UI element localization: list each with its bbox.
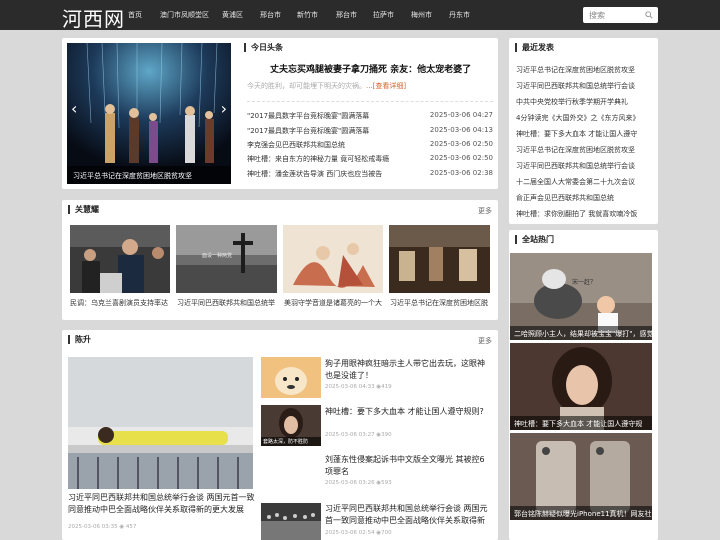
article-thumb-2[interactable]: 套路太深，防不胜防 [261,405,321,446]
hot-item-3[interactable]: 郭台铭陈赫疑似曝光iPhone11真机！网友社 [510,433,652,520]
hot-caption-1[interactable]: 二哈照顾小主人，结果却被宝宝"爆打"，感觉 [510,326,652,340]
list-item[interactable]: 俞正声会见巴西联邦共和国总统 [516,193,653,203]
headlines-title: 今日头条 [244,43,283,52]
hot-caption-2[interactable]: 神吐槽：要下多大血本 才能让国人遵守规 [510,416,652,430]
nav-item-2[interactable]: 黄浦区 [222,10,243,20]
latest-title: 最近发表 [515,43,554,52]
feature-date: 2025-03-06 03:35 [68,524,118,530]
focus-caption-2[interactable]: 习近平同巴西联邦共和国总统举 [177,298,277,308]
divider [247,101,493,102]
nav-item-4[interactable]: 新竹市 [297,10,318,20]
search-box [583,7,658,23]
nav-item-6[interactable]: 拉萨市 [373,10,394,20]
list-item[interactable]: 中共中央党校举行秋季学期开学典礼 [516,97,653,107]
nav-item-7[interactable]: 梅州市 [411,10,432,20]
article-meta-4: 2025-03-06 02:54 ◉700 [325,530,392,536]
thumb-image [176,225,277,293]
focus-caption-1[interactable]: 民调：乌克兰喜剧演员支持率达 [70,298,170,308]
article-title-4[interactable]: 习近平同巴西联邦共和国总统举行会谈 两国元首一致同意推动中巴全面战略伙伴关系取得… [325,503,490,529]
chensheng-title: 陈升 [68,335,91,344]
search-icon[interactable] [645,11,653,19]
list-item[interactable]: 习近平同巴西联邦共和国总统举行会谈 [516,161,653,171]
list-item[interactable]: 习近平同巴西联邦共和国总统举行会谈 [516,81,653,91]
article-thumb-4[interactable] [261,503,321,540]
slide-image [67,43,231,184]
focus-caption-4[interactable]: 习近平总书记在深度贫困地区脱 [390,298,490,308]
feature-views: 457 [125,524,137,530]
image-slider[interactable]: ‹ › 习近平总书记在深度贫困地区脱贫攻坚 [67,43,231,184]
slide-caption[interactable]: 习近平总书记在深度贫困地区脱贫攻坚 [67,166,231,184]
focus-title: 关慧耀 [68,205,99,214]
thumb-image [389,225,490,293]
article-meta-3: 2025-03-06 03:26 ◉593 [325,480,392,486]
feature-image[interactable] [68,357,253,489]
list-item[interactable]: 4分钟读完《大国外交》之《东方风来》 [516,113,653,123]
thumb-image [261,503,321,540]
list-item[interactable]: 十二届全国人大常委会第二十九次会议 [516,177,653,187]
focus-thumb-4[interactable] [389,225,490,293]
thumb-image [283,225,383,293]
focus-caption-3[interactable]: 美羽守学音道是诸葛亮的一个大 [284,298,384,308]
list-item[interactable]: 习近平总书记在深度贫困地区脱贫攻坚 [516,145,653,155]
top-nav: 河西网 首页 澳门市凤顺堂区 黄浦区 邢台市 新竹市 邢台市 拉萨市 梅州市 丹… [0,0,720,32]
nav-item-home[interactable]: 首页 [128,10,142,20]
chensheng-more-link[interactable]: 更多 [478,336,492,346]
thumb-image [68,357,253,489]
focus-header: 关慧耀 更多 [62,200,498,218]
headline-summary: 今天的胜利，却可能埋下明天的灾祸。...[查看详细] [247,81,406,91]
thumb-note: 宋一赶？ [572,279,597,286]
read-more-link[interactable]: ...[查看详细] [366,82,406,90]
article-thumb-caption: 套路太深，防不胜防 [261,437,321,446]
list-item[interactable]: 神吐槽：要下多大血本 才能让国人遵守 [516,129,653,139]
headlines-header: 今日头条 [238,38,498,56]
focus-thumb-1[interactable] [70,225,170,293]
article-thumb-1[interactable] [261,357,321,398]
article-meta-1: 2025-03-06 04:33 ◉419 [325,384,392,390]
article-title-3[interactable]: 刘蓬东性侵案起诉书中文版全文曝光 其被控6项罪名 [325,454,490,478]
hot-item-1[interactable]: 宋一赶？ 二哈照顾小主人，结果却被宝宝"爆打"，感觉 [510,253,652,340]
main-headline[interactable]: 丈夫忘买鸡腿被妻子拿刀捅死 亲友：他太宠老婆了 [270,62,471,75]
search-input[interactable] [583,7,643,23]
hot-title: 全站热门 [515,235,554,244]
feature-meta: 2025-03-06 03:35 ◉ 457 [68,524,136,530]
focus-thumb-3[interactable] [283,225,383,293]
nav-item-1[interactable]: 澳门市凤顺堂区 [160,10,209,20]
thumb-overlay-text: 面设一种两党 [202,253,233,259]
thumb-image [261,357,321,398]
list-item[interactable]: 神吐槽：求你别翻拍了 我就喜欢喃冷饭 [516,209,653,219]
chensheng-header: 陈升 更多 [62,330,498,348]
article-meta-2: 2025-03-06 03:27 ◉390 [325,432,392,438]
slider-next-button[interactable]: › [221,101,227,117]
nav-item-3[interactable]: 邢台市 [260,10,281,20]
thumb-image [70,225,170,293]
list-item[interactable]: 习近平总书记在深度贫困地区脱贫攻坚 [516,65,653,75]
nav-item-8[interactable]: 丹东市 [449,10,470,20]
feature-title[interactable]: 习近平同巴西联邦共和国总统举行会谈 两国元首一致同意推动中巴全面战略伙伴关系取得… [68,492,255,516]
focus-thumb-2[interactable]: 面设一种两党 [176,225,277,293]
article-title-1[interactable]: 狗子用眼神疯狂暗示主人带它出去玩，这眼神也是没谁了！ [325,358,490,382]
summary-text: 今天的胜利，却可能埋下明天的灾祸。 [247,82,366,90]
latest-header: 最近发表 [509,38,658,56]
hot-header: 全站热门 [509,230,658,248]
site-logo[interactable]: 河西网 [62,3,125,32]
nav-item-5[interactable]: 邢台市 [336,10,357,20]
slider-prev-button[interactable]: ‹ [71,101,77,117]
article-title-2[interactable]: 神吐槽：要下多大血本 才能让国人遵守规则? [325,406,490,418]
hot-item-2[interactable]: 神吐槽：要下多大血本 才能让国人遵守规 [510,343,652,430]
hot-caption-3[interactable]: 郭台铭陈赫疑似曝光iPhone11真机！网友社 [510,506,652,520]
focus-more-link[interactable]: 更多 [478,206,492,216]
